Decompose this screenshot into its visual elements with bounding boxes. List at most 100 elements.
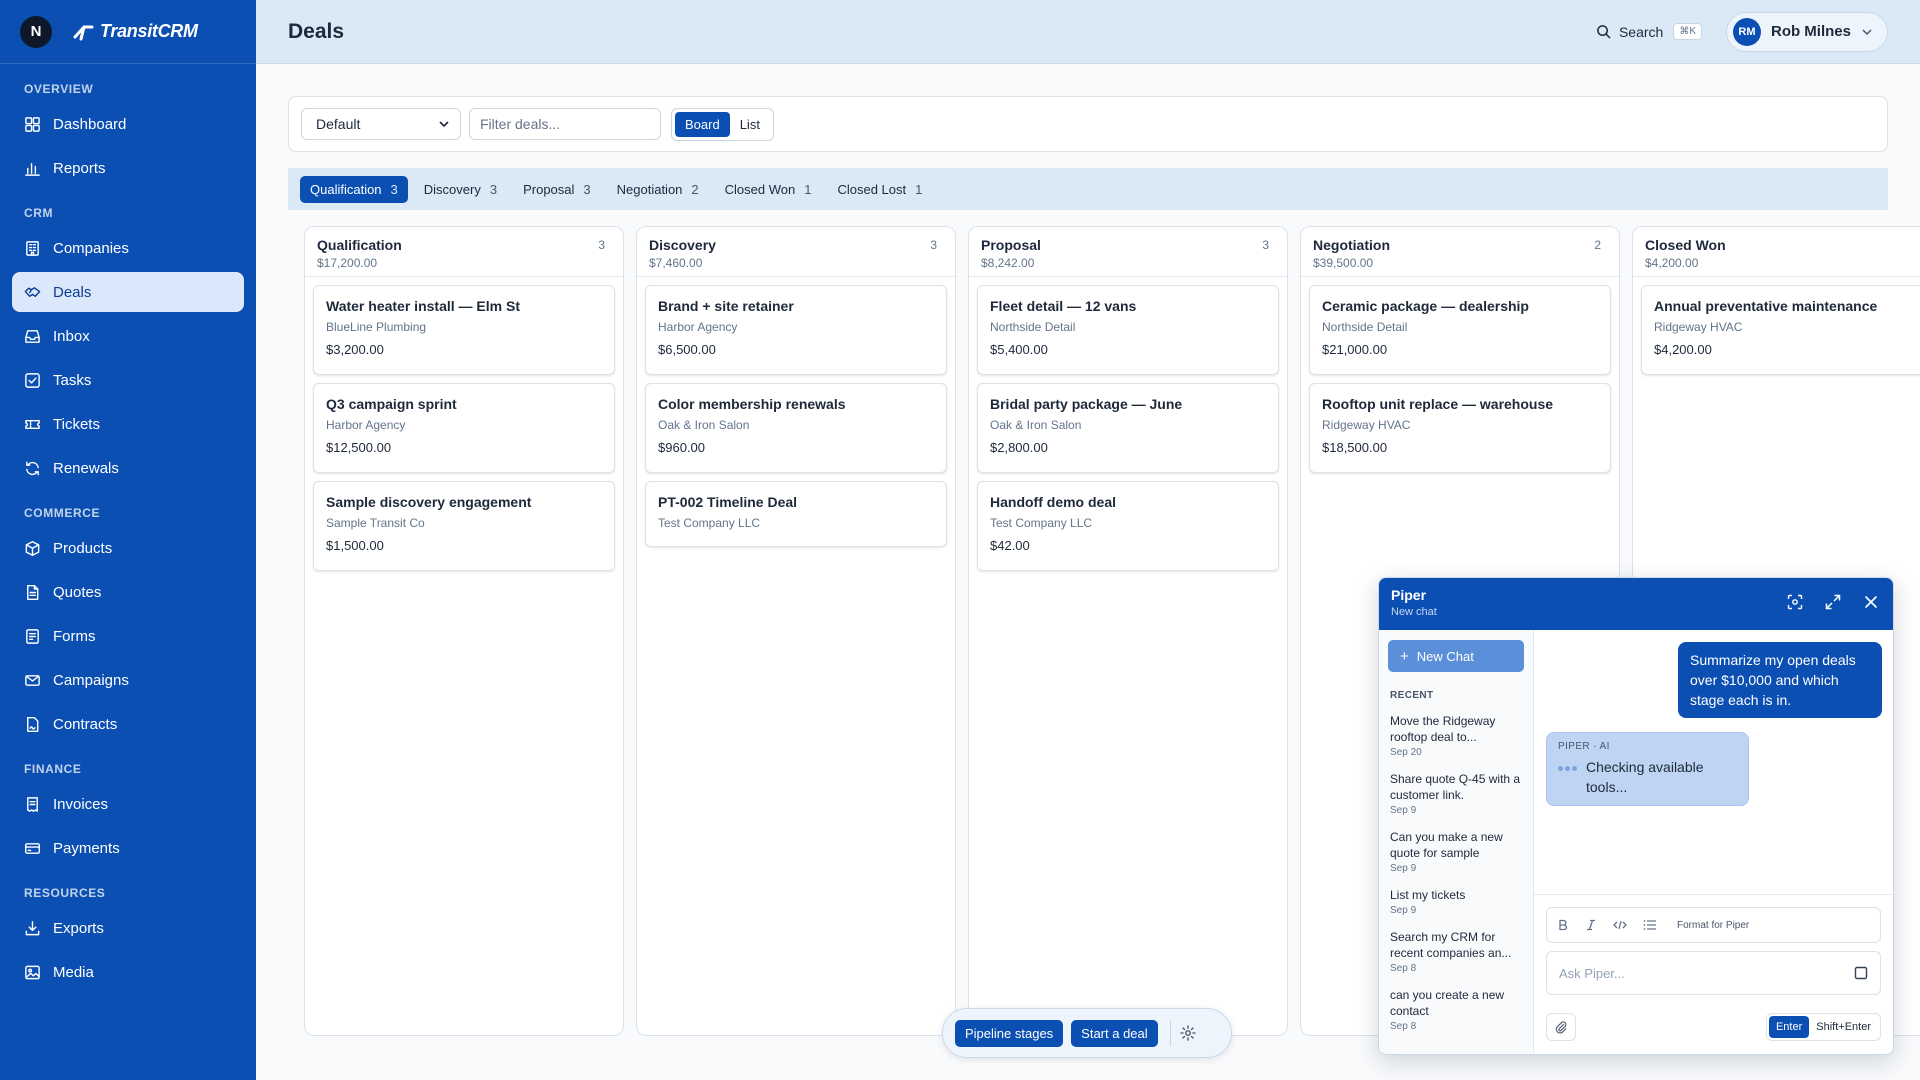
deal-company: Harbor Agency — [658, 320, 738, 334]
screenshot-button[interactable] — [1787, 594, 1803, 610]
deal-amount: $1,500.00 — [326, 538, 384, 553]
tab-closed-lost[interactable]: Closed Lost 1 — [827, 176, 932, 203]
sidebar-item-media[interactable]: Media — [12, 952, 244, 992]
expand-button[interactable] — [1825, 594, 1841, 610]
sidebar-item-inbox[interactable]: Inbox — [12, 316, 244, 356]
handshake-icon — [24, 286, 41, 297]
recent-chat-item[interactable]: List my tickets Sep 9 — [1379, 881, 1533, 923]
view-select[interactable]: Default — [301, 108, 461, 140]
bold-button[interactable] — [1557, 919, 1569, 931]
code-button[interactable] — [1613, 919, 1627, 931]
board-view-button[interactable]: Board — [675, 111, 730, 137]
tab-discovery[interactable]: Discovery 3 — [414, 176, 507, 203]
deal-card[interactable]: Water heater install — Elm St BlueLine Pl… — [313, 285, 615, 375]
workspace-avatar[interactable]: N — [20, 15, 52, 48]
deal-title: Q3 campaign sprint — [326, 396, 457, 412]
piper-header: Piper New chat — [1379, 578, 1893, 630]
deal-company: Test Company LLC — [658, 516, 761, 530]
sidebar-item-label: Forms — [53, 627, 96, 645]
sidebar-item-reports[interactable]: Reports — [12, 148, 244, 188]
pipeline-stages-button[interactable]: Pipeline stages — [955, 1019, 1064, 1047]
italic-button[interactable] — [1585, 919, 1597, 931]
attach-button[interactable] — [1546, 1013, 1576, 1041]
tab-closed-won[interactable]: Closed Won 1 — [715, 176, 822, 203]
sidebar-item-label: Inbox — [53, 327, 90, 345]
deal-amount: $960.00 — [658, 440, 705, 455]
inbox-icon — [25, 329, 40, 343]
deal-card[interactable]: Fleet detail — 12 vans Northside Detail $5… — [977, 285, 1279, 375]
view-toggle: Board List — [671, 107, 774, 141]
recent-chat-item[interactable]: Search my CRM for recent companies an...… — [1379, 923, 1533, 981]
deal-card[interactable]: Ceramic package — dealership Northside De… — [1309, 285, 1611, 375]
settings-button[interactable] — [1179, 1024, 1197, 1042]
column-title: Discovery — [649, 237, 716, 253]
recent-chat-date: Sep 9 — [1390, 863, 1417, 874]
column-header: Closed Won $4,200.00 — [1633, 227, 1920, 277]
recent-chat-item[interactable]: Move the Ridgeway rooftop deal to... Sep … — [1379, 707, 1533, 765]
deal-company: Oak & Iron Salon — [658, 418, 750, 432]
tab-proposal[interactable]: Proposal 3 — [513, 176, 601, 203]
sidebar-item-invoices[interactable]: Invoices — [12, 784, 244, 824]
sidebar-item-forms[interactable]: Forms — [12, 616, 244, 656]
sidebar-item-exports[interactable]: Exports — [12, 908, 244, 948]
deal-card[interactable]: Color membership renewals Oak & Iron Salo… — [645, 383, 947, 473]
recent-chat-text: Can you make a new quote for sample — [1390, 830, 1503, 860]
sidebar-item-products[interactable]: Products — [12, 528, 244, 568]
gear-icon — [1179, 1025, 1196, 1041]
column-header: Discovery $7,460.00 3 — [637, 227, 955, 277]
deal-card[interactable]: Handoff demo deal Test Company LLC $42.00 — [977, 481, 1279, 571]
sidebar-item-label: Payments — [53, 839, 120, 857]
screenshot-toggle[interactable] — [1854, 966, 1868, 980]
sidebar-item-label: Exports — [53, 919, 104, 937]
sidebar-item-quotes[interactable]: Quotes — [12, 572, 244, 612]
tab-negotiation[interactable]: Negotiation 2 — [607, 176, 709, 203]
enter-send-button[interactable]: Enter — [1768, 1016, 1810, 1038]
sidebar-item-tickets[interactable]: Tickets — [12, 404, 244, 444]
deal-company: Sample Transit Co — [326, 516, 425, 530]
sidebar-item-label: Tasks — [53, 371, 92, 389]
new-chat-button[interactable]: + New Chat — [1388, 640, 1524, 672]
grid-icon — [25, 116, 40, 132]
sidebar-item-label: Quotes — [53, 583, 102, 601]
tab-label: Discovery — [423, 181, 481, 197]
deal-card[interactable]: PT-002 Timeline Deal Test Company LLC — [645, 481, 947, 547]
sidebar-item-payments[interactable]: Payments — [12, 828, 244, 868]
close-button[interactable] — [1863, 594, 1879, 610]
sidebar-item-tasks[interactable]: Tasks — [12, 360, 244, 400]
sidebar-item-campaigns[interactable]: Campaigns — [12, 660, 244, 700]
recent-chat-item[interactable]: Share quote Q-45 with a customer link. Se… — [1379, 765, 1533, 823]
search-button[interactable]: Search ⌘K — [1596, 23, 1702, 40]
sidebar-item-renewals[interactable]: Renewals — [12, 448, 244, 488]
tab-label: Qualification — [310, 181, 382, 197]
sidebar-item-companies[interactable]: Companies — [12, 228, 244, 268]
sidebar-item-deals[interactable]: Deals — [12, 272, 244, 312]
deal-card[interactable]: Rooftop unit replace — warehouse Ridgeway… — [1309, 383, 1611, 473]
sidebar: N TransitCRM OVERVIEW Dashboard Reports CRM… — [0, 0, 256, 1080]
form-icon — [26, 628, 39, 644]
sidebar-section-heading: FINANCE — [24, 762, 82, 776]
list-button[interactable] — [1643, 919, 1657, 931]
sidebar-item-contracts[interactable]: Contracts — [12, 704, 244, 744]
recent-chat-date: Sep 9 — [1390, 805, 1417, 816]
deal-title: Water heater install — Elm St — [326, 298, 520, 314]
deal-card[interactable]: Brand + site retainer Harbor Agency $6,500… — [645, 285, 947, 375]
deal-card[interactable]: Sample discovery engagement Sample Transi… — [313, 481, 615, 571]
user-menu-button[interactable]: RM Rob Milnes — [1725, 11, 1888, 52]
composer: Format for Piper Enter Shift+Enter — [1534, 894, 1893, 1054]
deal-company: Northside Detail — [1322, 320, 1408, 334]
sidebar-item-dashboard[interactable]: Dashboard — [12, 104, 244, 144]
start-deal-button[interactable]: Start a deal — [1071, 1019, 1158, 1047]
shift-enter-button[interactable]: Shift+Enter — [1809, 1016, 1878, 1038]
deal-card[interactable]: Q3 campaign sprint Harbor Agency $12,500.0… — [313, 383, 615, 473]
deal-card[interactable]: Annual preventative maintenance Ridgeway … — [1641, 285, 1920, 375]
recent-chat-item[interactable]: can you create a new contact Sep 8 — [1379, 981, 1533, 1039]
sidebar-header: N TransitCRM — [0, 0, 256, 64]
ask-piper-input[interactable] — [1559, 965, 1854, 981]
tab-qualification[interactable]: Qualification 3 — [300, 175, 408, 203]
column-header: Negotiation $39,500.00 2 — [1301, 227, 1619, 277]
app-logo[interactable]: TransitCRM — [72, 21, 198, 42]
filter-deals-input[interactable] — [469, 108, 661, 140]
recent-chat-item[interactable]: Can you make a new quote for sample Sep 9 — [1379, 823, 1533, 881]
deal-card[interactable]: Bridal party package — June Oak & Iron Sa… — [977, 383, 1279, 473]
list-view-button[interactable]: List — [730, 112, 770, 137]
